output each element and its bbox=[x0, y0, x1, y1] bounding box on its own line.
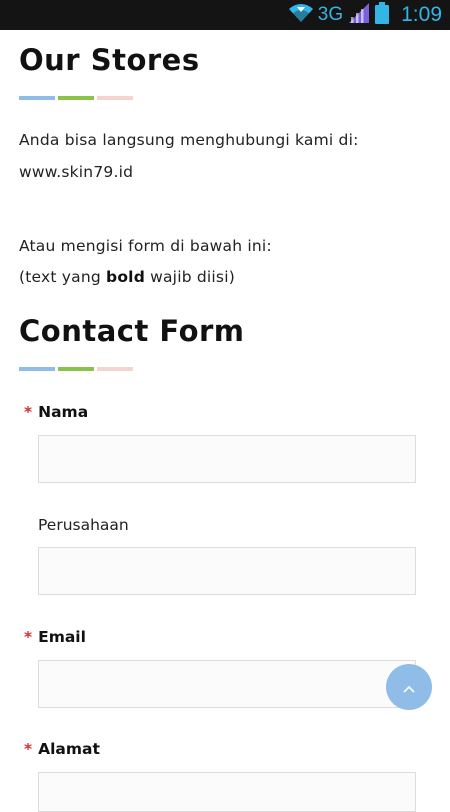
perusahaan-label-text: Perusahaan bbox=[38, 516, 129, 534]
underline-pink bbox=[97, 96, 133, 100]
underline-green bbox=[58, 96, 94, 100]
required-note: (text yang bold wajib diisi) bbox=[19, 268, 235, 286]
required-note-before: (text yang bbox=[19, 268, 107, 286]
contact-form-title: Contact Form bbox=[19, 314, 245, 348]
required-note-after: wajib diisi) bbox=[144, 268, 235, 286]
nama-label-text: Nama bbox=[38, 403, 89, 421]
contact-form-title-underline bbox=[19, 367, 133, 371]
network-type: 3G bbox=[317, 4, 344, 25]
perusahaan-label: Perusahaan bbox=[38, 516, 129, 534]
alamat-label: * Alamat bbox=[24, 740, 100, 758]
stores-title: Our Stores bbox=[19, 43, 200, 77]
chevron-up-icon bbox=[403, 678, 415, 697]
perusahaan-input[interactable] bbox=[38, 547, 416, 595]
clock: 1:09 bbox=[401, 3, 442, 26]
underline-pink bbox=[97, 367, 133, 371]
nama-label: * Nama bbox=[24, 403, 88, 421]
email-label: * Email bbox=[24, 628, 86, 646]
required-note-bold: bold bbox=[106, 268, 145, 286]
alamat-input[interactable] bbox=[38, 772, 416, 812]
underline-green bbox=[58, 367, 94, 371]
email-input[interactable] bbox=[38, 660, 416, 708]
form-intro-text: Atau mengisi form di bawah ini: bbox=[19, 237, 272, 255]
status-bar: 3G 1:09 bbox=[0, 0, 450, 30]
battery-icon bbox=[375, 2, 390, 28]
wifi-icon bbox=[288, 3, 314, 27]
required-marker: * bbox=[24, 403, 33, 421]
alamat-label-text: Alamat bbox=[38, 740, 100, 758]
signal-icon bbox=[349, 3, 370, 27]
underline-blue bbox=[19, 367, 55, 371]
website-link[interactable]: www.skin79.id bbox=[19, 163, 133, 181]
nama-input[interactable] bbox=[38, 435, 416, 483]
stores-title-underline bbox=[19, 96, 133, 100]
status-icons: 3G 1:09 bbox=[288, 0, 442, 30]
required-marker: * bbox=[24, 628, 33, 646]
underline-blue bbox=[19, 96, 55, 100]
contact-intro-text: Anda bisa langsung menghubungi kami di: bbox=[19, 131, 359, 149]
email-label-text: Email bbox=[38, 628, 86, 646]
scroll-to-top-button[interactable] bbox=[386, 664, 432, 710]
required-marker: * bbox=[24, 740, 33, 758]
